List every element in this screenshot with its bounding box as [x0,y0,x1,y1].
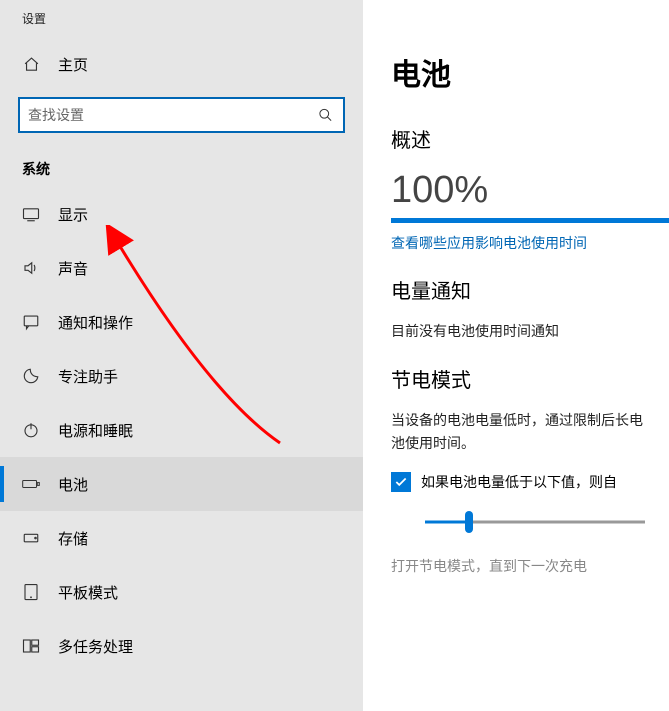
nav-label: 存储 [58,528,88,549]
nav-item-multitask[interactable]: 多任务处理 [0,619,363,673]
nav-label: 电池 [58,474,88,495]
section-saver: 节电模式 [391,364,669,393]
search-input[interactable] [20,99,343,131]
notifications-icon [22,313,40,331]
power-icon [22,421,40,439]
nav-label: 电源和睡眠 [58,420,133,441]
group-title-system: 系统 [0,145,363,187]
tablet-icon [22,583,40,601]
focus-icon [22,367,40,385]
checkbox-label: 如果电池电量低于以下值，则自 [421,472,617,492]
nav-item-storage[interactable]: 存储 [0,511,363,565]
battery-percent: 100% [391,169,669,212]
display-icon [22,205,40,223]
nav-item-display[interactable]: 显示 [0,187,363,241]
sidebar: 设置 主页 系统 [0,0,363,711]
content-pane: 电池 概述 100% 查看哪些应用影响电池使用时间 电量通知 目前没有电池使用时… [363,0,669,711]
checkbox-icon[interactable] [391,472,411,492]
section-overview: 概述 [391,124,669,153]
storage-icon [22,529,40,547]
nav-item-power[interactable]: 电源和睡眠 [0,403,363,457]
nav-label: 声音 [58,258,88,279]
slider-track-fill [425,521,469,524]
slider-thumb[interactable] [465,511,473,533]
nav-item-battery[interactable]: 电池 [0,457,363,511]
home-icon [22,56,40,73]
nav-label: 平板模式 [58,582,118,603]
saver-footnote: 打开节电模式，直到下一次充电 [391,556,669,576]
nav-item-sound[interactable]: 声音 [0,241,363,295]
threshold-slider[interactable] [425,510,645,534]
sound-icon [22,259,40,277]
search-icon [318,108,333,123]
home-row[interactable]: 主页 [0,37,363,91]
nav-label: 显示 [58,204,88,225]
app-title: 设置 [0,0,363,37]
nav-label: 专注助手 [58,366,118,387]
multitask-icon [22,637,40,655]
nav-item-tablet[interactable]: 平板模式 [0,565,363,619]
saver-desc: 当设备的电池电量低时，通过限制后长电池使用时间。 [391,409,651,454]
search-box[interactable] [18,97,345,133]
home-label: 主页 [58,54,88,75]
search-wrap [0,91,363,145]
nav-label: 通知和操作 [58,312,133,333]
nav-label: 多任务处理 [58,636,133,657]
nav-item-notifications[interactable]: 通知和操作 [0,295,363,349]
battery-bar [391,218,669,223]
saver-threshold-row[interactable]: 如果电池电量低于以下值，则自 [391,472,669,492]
battery-icon [22,475,40,493]
section-notify: 电量通知 [391,275,669,304]
notify-text: 目前没有电池使用时间通知 [391,320,669,342]
battery-usage-link[interactable]: 查看哪些应用影响电池使用时间 [391,233,587,253]
page-title: 电池 [391,50,669,94]
nav-item-focus[interactable]: 专注助手 [0,349,363,403]
